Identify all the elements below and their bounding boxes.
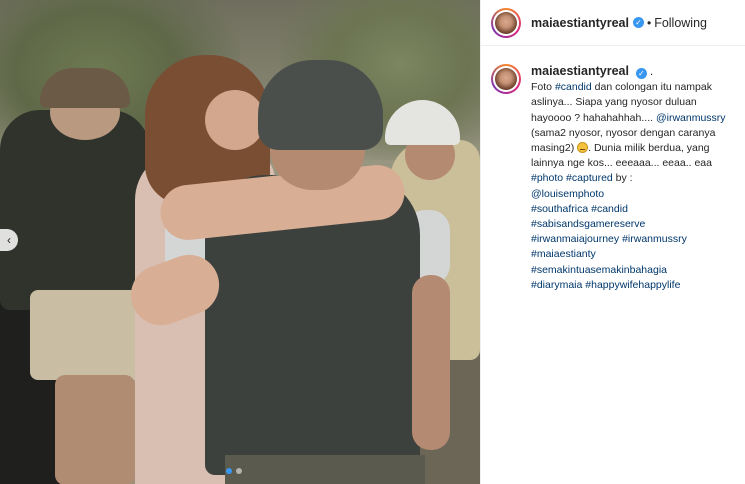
following-button[interactable]: Following [654,16,707,30]
caption-text-segment: Foto [531,81,555,94]
caption-username-link[interactable]: maiaestiantyreal [531,64,629,78]
man-pants [225,455,425,484]
person-left-body [0,110,150,310]
hashtag-link[interactable]: #photo [531,172,563,184]
man-arm [412,275,450,450]
person-left-hat [40,68,130,108]
woman-face [205,90,265,150]
hashtag-link[interactable]: #diarymaia [531,279,582,291]
man-bucket-hat [258,60,383,150]
hashtag-link[interactable]: #semakintuasemakinbahagia [531,264,667,276]
caption: maiaestiantyreal ✓ . Foto #candid dan co… [481,46,745,293]
avatar[interactable] [491,7,521,38]
person-left-legs [55,375,135,484]
caption-text-segment: by : [612,172,633,185]
caption-trailing-dot: . [649,64,654,78]
mention-link[interactable]: @louisemphoto [531,188,604,200]
hashtag-link[interactable]: #irwanmaiajourney [531,233,619,245]
grin-emoji-icon [577,142,589,154]
hashtag-link[interactable]: #irwanmussry [622,233,687,245]
carousel-dot [236,468,242,474]
hashtag-link[interactable]: #candid [555,81,592,93]
post-sidebar: maiaestiantyreal ✓ • Following maiaestia… [480,0,745,484]
hashtag-link[interactable]: #happywifehappylife [585,279,680,291]
hashtag-link[interactable]: #sabisandsgamereserve [531,218,645,230]
carousel-dot [226,468,232,474]
chevron-left-icon: ‹ [7,233,11,247]
verified-badge-icon: ✓ [632,17,644,28]
post-header: maiaestiantyreal ✓ • Following [481,0,745,46]
hashtag-link[interactable]: #maiaestianty [531,248,596,260]
post-photo[interactable]: ‹ [0,0,480,484]
verified-badge-icon: ✓ [635,68,647,79]
caption-text: Foto #candid dan colongan itu nampak asl… [531,80,735,171]
username-link[interactable]: maiaestiantyreal [531,16,629,30]
instagram-post: ‹ maiaestiantyreal ✓ • Following maiaest… [0,0,745,484]
hashtag-link[interactable]: #candid [591,203,628,215]
carousel-indicator [226,468,242,474]
hashtag-link[interactable]: #southafrica [531,203,588,215]
hashtag-link[interactable]: #captured [566,172,613,184]
caption-body: maiaestiantyreal ✓ . Foto #candid dan co… [531,64,735,293]
separator: • [646,15,652,30]
avatar[interactable] [491,64,521,94]
mention-link[interactable]: @irwanmussry [656,112,726,124]
